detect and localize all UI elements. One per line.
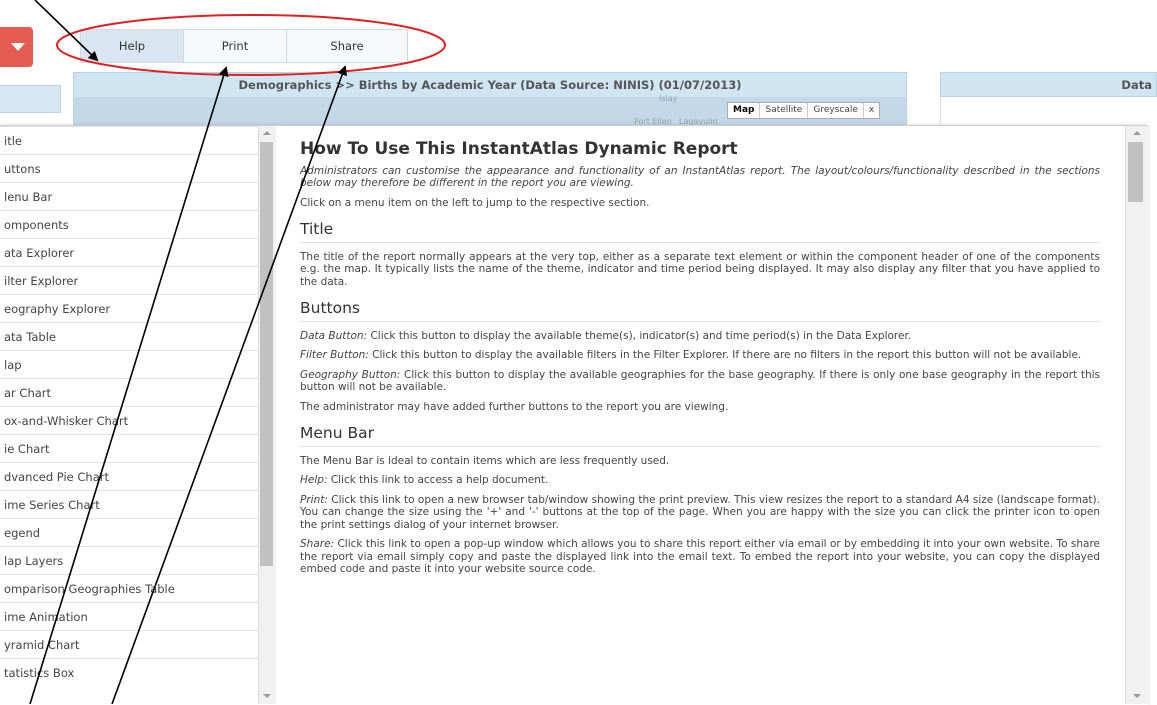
toc-item-pyramid-chart[interactable]: yramid Chart xyxy=(0,630,258,658)
toc-item-statistics-box[interactable]: tatistics Box xyxy=(0,658,258,686)
map-label: Islay xyxy=(659,94,678,103)
toc-item-filter-explorer[interactable]: ilter Explorer xyxy=(0,266,258,294)
toc-item-map-layers[interactable]: lap Layers xyxy=(0,546,258,574)
scroll-up-icon[interactable] xyxy=(1133,131,1141,135)
map-type-greyscale[interactable]: Greyscale xyxy=(808,103,864,118)
instruction-text: Click on a menu item on the left to jump… xyxy=(300,196,650,209)
menu-bar-text: The Menu Bar is ideal to contain items w… xyxy=(300,454,670,467)
report-title: Demographics >> Births by Academic Year … xyxy=(73,72,907,99)
term-label: Geography Button: xyxy=(300,368,401,381)
toc-item-menu-bar[interactable]: lenu Bar xyxy=(0,182,258,210)
left-component-header xyxy=(0,85,61,113)
map-controls-close[interactable]: x xyxy=(864,103,879,118)
toc-item-advanced-pie-chart[interactable]: dvanced Pie Chart xyxy=(0,462,258,490)
data-button-text: Data Button: Click this button to displa… xyxy=(300,330,1100,343)
toc-item-bar-chart[interactable]: ar Chart xyxy=(0,378,258,406)
help-link-text: Help: Click this link to access a help d… xyxy=(300,474,1100,487)
toc-item-data-table[interactable]: ata Table xyxy=(0,322,258,350)
toc-item-components[interactable]: omponents xyxy=(0,210,258,238)
title-section-text: The title of the report normally appears… xyxy=(300,250,1100,288)
term-label: Help: xyxy=(300,474,328,486)
help-toc: itle uttons lenu Bar omponents ata Explo… xyxy=(0,126,258,704)
help-content: How To Use This InstantAtlas Dynamic Rep… xyxy=(300,126,1100,704)
data-panel xyxy=(940,98,1157,128)
share-link-text: Share: Click this link to open a pop-up … xyxy=(300,538,1100,576)
term-text: Click this link to access a help documen… xyxy=(327,474,549,486)
scroll-down-icon[interactable] xyxy=(263,694,271,698)
print-link[interactable]: Print xyxy=(184,30,287,62)
section-heading-menu-bar: Menu Bar xyxy=(300,425,1100,447)
intro-text: Administrators can customise the appeara… xyxy=(300,164,1100,190)
term-text: Click this link to open a pop-up window … xyxy=(300,538,1100,575)
term-text: Click this button to display the availab… xyxy=(367,329,912,342)
help-title: How To Use This InstantAtlas Dynamic Rep… xyxy=(300,139,738,159)
help-link[interactable]: Help xyxy=(81,30,184,62)
section-heading-title: Title xyxy=(300,221,1100,243)
content-scrollbar[interactable] xyxy=(1125,126,1149,704)
filter-button-text: Filter Button: Click this button to disp… xyxy=(300,349,1100,362)
toc-item-title[interactable]: itle xyxy=(0,126,258,154)
term-text: Click this button to display the availab… xyxy=(300,368,1100,394)
map-type-controls: Map Satellite Greyscale x xyxy=(727,102,881,119)
map-type-satellite[interactable]: Satellite xyxy=(760,103,809,118)
toc-item-buttons[interactable]: uttons xyxy=(0,154,258,182)
term-label: Print: xyxy=(300,493,328,506)
section-heading-buttons: Buttons xyxy=(300,300,1100,322)
toc-scroll-thumb[interactable] xyxy=(260,142,273,566)
toc-item-legend[interactable]: egend xyxy=(0,518,258,546)
toc-item-time-animation[interactable]: ime Animation xyxy=(0,602,258,630)
toc-item-data-explorer[interactable]: ata Explorer xyxy=(0,238,258,266)
dropdown-button[interactable] xyxy=(0,27,33,67)
geography-button-text: Geography Button: Click this button to d… xyxy=(300,369,1100,394)
print-link-text: Print: Click this link to open a new bro… xyxy=(300,494,1100,532)
toc-item-box-and-whisker-chart[interactable]: ox-and-Whisker Chart xyxy=(0,406,258,434)
toc-item-map[interactable]: lap xyxy=(0,350,258,378)
admin-buttons-text: The administrator may have added further… xyxy=(300,400,729,413)
term-text: Click this button to display the availab… xyxy=(368,349,1082,361)
scroll-up-icon[interactable] xyxy=(263,131,271,135)
data-panel-header: Data xyxy=(940,72,1157,97)
menu-bar: Help Print Share xyxy=(80,29,408,63)
content-scroll-thumb[interactable] xyxy=(1128,142,1143,202)
toc-item-time-series-chart[interactable]: ime Series Chart xyxy=(0,490,258,518)
toc-item-geography-explorer[interactable]: eography Explorer xyxy=(0,294,258,322)
share-link[interactable]: Share xyxy=(287,30,407,62)
chevron-down-icon xyxy=(11,43,25,51)
term-label: Filter Button: xyxy=(300,349,369,361)
map-type-map[interactable]: Map xyxy=(728,103,761,118)
toc-item-comparison-geographies-table[interactable]: omparison Geographies Table xyxy=(0,574,258,602)
term-label: Data Button: xyxy=(300,329,368,342)
term-label: Share: xyxy=(300,538,335,550)
toc-item-pie-chart[interactable]: ie Chart xyxy=(0,434,258,462)
scroll-down-icon[interactable] xyxy=(1133,694,1141,698)
term-text: Click this link to open a new browser ta… xyxy=(300,493,1100,531)
